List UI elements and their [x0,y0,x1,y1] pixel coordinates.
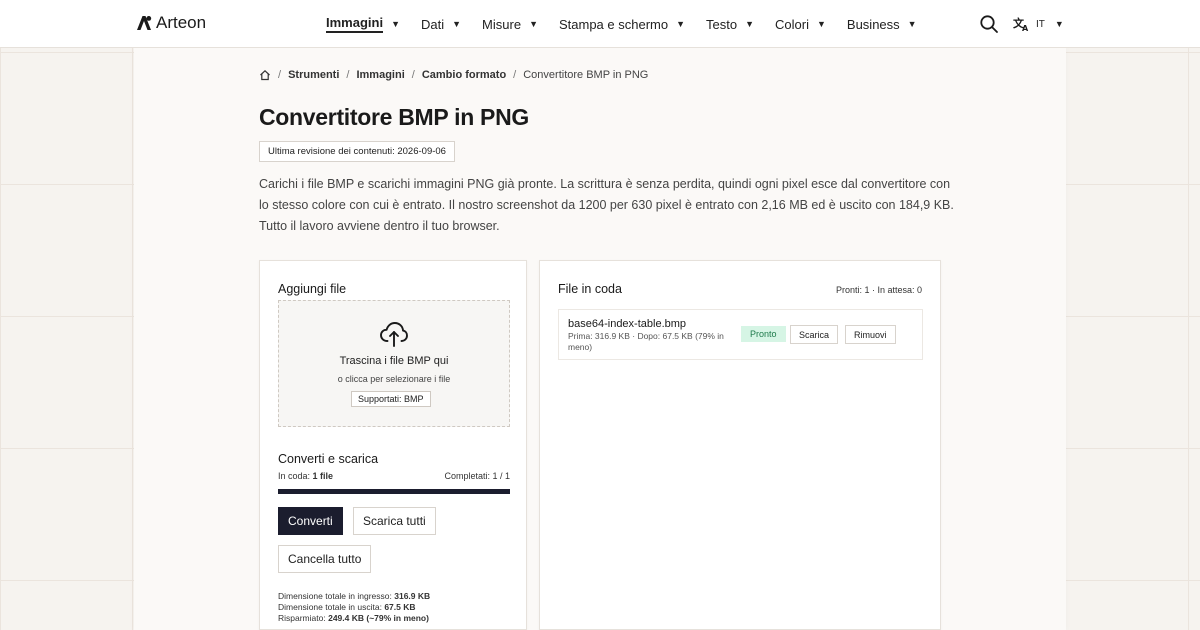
nav-item-label: Immagini [326,15,384,33]
breadcrumb-separator: / [278,69,282,81]
upload-card: Aggiungi file Trascina i file BMP qui o … [259,260,527,630]
progress-bar [278,489,510,494]
caret-down-icon: ▼ [529,19,538,29]
breadcrumb-current: Convertitore BMP in PNG [523,69,649,81]
stat-input-value: 316.9 KB [394,591,431,601]
nav-item-misure[interactable]: Misure ▼ [482,0,538,48]
cloud-upload-icon [380,322,408,347]
file-name: base64-index-table.bmp [568,318,687,330]
queue-summary: Pronti: 1 · In attesa: 0 [835,285,922,295]
stat-output-size: Dimensione totale in uscita: 67.5 KB [278,602,430,613]
stat-output-value: 67.5 KB [384,602,416,612]
dropzone-secondary-text: o clicca per selezionare i file [337,374,451,384]
nav-item-testo[interactable]: Testo ▼ [706,0,754,48]
clear-all-button[interactable]: Cancella tutto [278,545,372,573]
completed-count: Completati: 1 / 1 [444,471,510,481]
nav-item-stampa-e-schermo[interactable]: Stampa e schermo ▼ [559,0,685,48]
size-stats: Dimensione totale in ingresso: 316.9 KB … [278,591,430,624]
breadcrumb-separator: / [411,69,415,81]
stat-saved-label: Risparmiato: [278,613,326,623]
upload-title: Aggiungi file [278,282,347,296]
file-list-item: base64-index-table.bmp Prima: 316.9 KB ·… [558,309,923,360]
nav-item-label: Dati [421,16,445,32]
queue-count-label: In coda: [278,471,311,481]
nav-item-immagini[interactable]: Immagini ▼ [326,0,400,48]
stat-output-label: Dimensione totale in uscita: [278,602,382,612]
nav-item-business[interactable]: Business ▼ [847,0,917,48]
status-badge: Pronto [741,326,786,342]
breadcrumb: / Strumenti / Immagini / Cambio formato … [259,69,648,81]
caret-down-icon: ▼ [391,19,400,29]
stat-saved: Risparmiato: 249.4 KB (~79% in meno) [278,613,430,624]
stat-input-size: Dimensione totale in ingresso: 316.9 KB [278,591,430,602]
intro-text: Carichi i file BMP e scarichi immagini P… [259,177,954,233]
nav-item-label: Stampa e schermo [558,16,669,32]
supported-formats-badge: Supportati: BMP [351,391,431,407]
language-code: IT [1036,18,1045,30]
brand-logo[interactable]: Arteon [136,13,206,33]
queue-count: In coda: 1 file [278,471,333,481]
nav-item-label: Testo [706,16,738,32]
language-selector[interactable]: 文 A IT ▼ [1013,15,1064,33]
file-dropzone[interactable]: Trascina i file BMP qui o clicca per sel… [278,300,510,427]
file-size-meta: Prima: 316.9 KB · Dopo: 67.5 KB (79% in … [568,331,724,352]
caret-down-icon: ▼ [1054,19,1064,29]
progress-bar-fill [278,489,510,494]
brand-name: Arteon [156,13,207,32]
main-nav: Immagini ▼ Dati ▼ Misure ▼ Stampa e sche… [326,0,938,48]
file-download-button[interactable]: Scarica [790,325,839,344]
file-remove-button[interactable]: Rimuovi [845,325,896,344]
nav-item-label: Misure [482,16,522,32]
nav-item-dati[interactable]: Dati ▼ [421,0,461,48]
stat-saved-value: 249.4 KB (~79% in meno) [328,613,429,623]
queue-count-value: 1 file [312,471,334,481]
queue-title: File in coda [558,282,622,296]
queue-card: File in coda Pronti: 1 · In attesa: 0 ba… [539,260,941,630]
search-icon[interactable] [979,14,999,34]
caret-down-icon: ▼ [676,19,686,29]
dropzone-primary-text: Trascina i file BMP qui [339,355,449,367]
nav-item-colori[interactable]: Colori ▼ [775,0,826,48]
stat-input-label: Dimensione totale in ingresso: [278,591,392,601]
svg-text:A: A [1022,24,1029,32]
revision-badge: Ultima revisione dei contenuti: 2026-09-… [259,141,455,162]
caret-down-icon: ▼ [816,19,826,29]
caret-down-icon: ▼ [745,19,755,29]
translate-icon: 文 A [1013,16,1029,32]
top-navigation-bar: Arteon Immagini ▼ Dati ▼ Misure ▼ Stampa… [0,0,1200,48]
breadcrumb-item-immagini[interactable]: Immagini [356,69,404,81]
caret-down-icon: ▼ [452,19,462,29]
caret-down-icon: ▼ [907,19,917,29]
brand-logo-icon [137,16,152,30]
nav-item-label: Business [846,16,900,32]
breadcrumb-separator: / [346,69,350,81]
home-icon[interactable] [259,69,271,81]
breadcrumb-item-strumenti[interactable]: Strumenti [288,69,339,81]
breadcrumb-item-cambio-formato[interactable]: Cambio formato [422,69,506,81]
convert-button[interactable]: Converti [278,507,343,535]
download-all-button[interactable]: Scarica tutti [353,507,436,535]
convert-title: Converti e scarica [278,452,379,466]
page-title: Convertitore BMP in PNG [259,104,529,130]
nav-item-label: Colori [775,16,809,32]
progress-meta: In coda: 1 file Completati: 1 / 1 [278,471,510,481]
breadcrumb-separator: / [513,69,517,81]
